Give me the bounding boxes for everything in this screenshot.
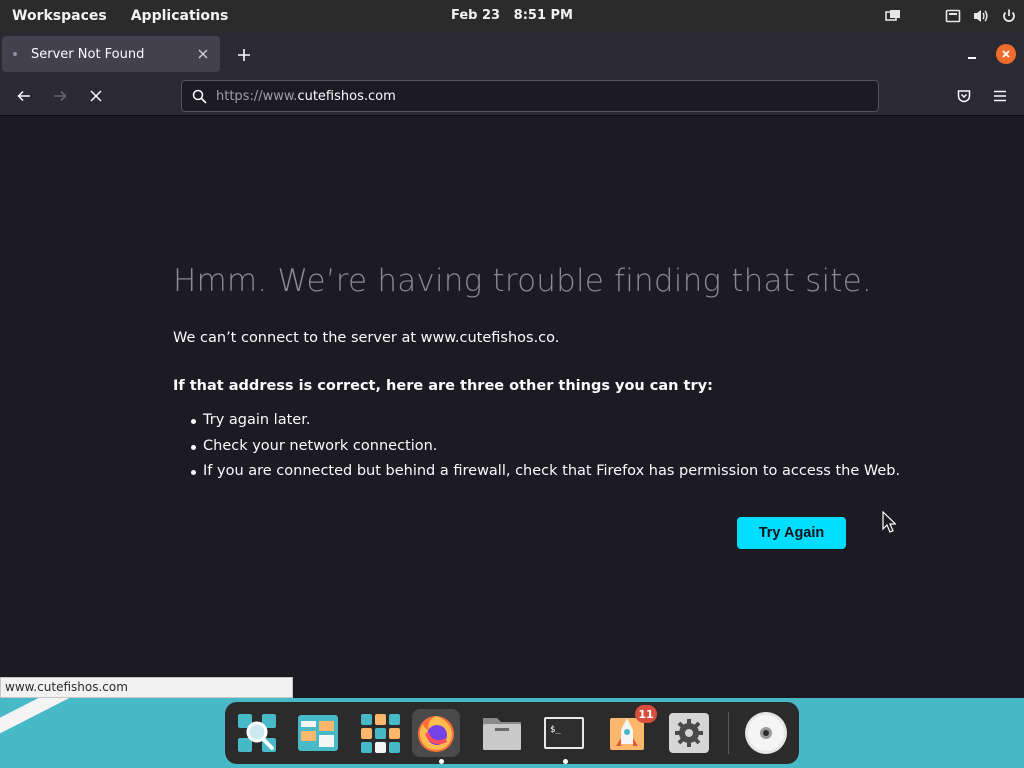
suggestions-heading: If that address is correct, here are thr… xyxy=(173,378,713,394)
url-prefix: https://www. xyxy=(216,88,298,104)
forward-button[interactable] xyxy=(46,82,74,110)
notification-badge: 11 xyxy=(635,705,657,723)
tab-server-not-found[interactable]: Server Not Found xyxy=(2,36,220,72)
try-again-button[interactable]: Try Again xyxy=(737,517,846,549)
tab-loading-dot xyxy=(13,52,17,56)
terminal-icon[interactable]: $_ xyxy=(540,709,588,757)
link-status-tooltip: www.cutefishos.com xyxy=(0,677,293,698)
menu-hamburger-icon[interactable] xyxy=(986,82,1014,110)
power-icon[interactable] xyxy=(1000,7,1018,25)
notifications-icon[interactable] xyxy=(944,7,962,25)
mouse-pointer-icon xyxy=(882,510,897,537)
settings-icon[interactable] xyxy=(665,709,713,757)
date-label[interactable]: Feb 23 xyxy=(451,8,500,23)
list-item: If you are connected but behind a firewa… xyxy=(173,462,900,488)
running-indicator xyxy=(563,759,568,764)
wallpaper-stripe xyxy=(0,698,163,751)
list-item: Try again later. xyxy=(173,411,900,437)
time-label[interactable]: 8:51 PM xyxy=(514,8,573,23)
running-indicator xyxy=(439,759,444,764)
tab-title: Server Not Found xyxy=(31,46,145,62)
url-host: cutefishos.com xyxy=(297,88,396,104)
back-button[interactable] xyxy=(10,82,38,110)
file-manager-icon[interactable] xyxy=(478,709,526,757)
window-switcher-icon[interactable] xyxy=(884,7,902,25)
search-icon xyxy=(190,87,208,105)
workspaces-menu[interactable]: Workspaces xyxy=(0,0,119,32)
suggestions-list: Try again later. Check your network conn… xyxy=(173,411,900,488)
window-close-button[interactable] xyxy=(996,44,1016,64)
terminal-prompt: $_ xyxy=(550,725,561,735)
navigation-bar: https://www. cutefishos.com xyxy=(0,76,1024,116)
dock: $_ 11 xyxy=(225,702,799,764)
system-tray xyxy=(884,0,1018,32)
firefox-icon[interactable] xyxy=(412,709,460,757)
app-grid-icon[interactable] xyxy=(356,709,404,757)
disc-icon[interactable] xyxy=(742,709,790,757)
applications-menu[interactable]: Applications xyxy=(119,0,241,32)
dock-separator xyxy=(728,712,729,754)
stop-loading-button[interactable] xyxy=(82,82,110,110)
error-description: We can’t connect to the server at www.cu… xyxy=(173,330,560,346)
error-page: Hmm. We’re having trouble finding that s… xyxy=(0,117,1024,697)
error-title: Hmm. We’re having trouble finding that s… xyxy=(173,263,872,299)
pocket-button[interactable] xyxy=(950,82,978,110)
tab-strip: Server Not Found xyxy=(0,32,1024,76)
list-item: Check your network connection. xyxy=(173,437,900,463)
address-bar[interactable]: https://www. cutefishos.com xyxy=(181,80,879,112)
files-layout-icon[interactable] xyxy=(294,709,342,757)
volume-icon[interactable] xyxy=(972,7,990,25)
search-icon[interactable] xyxy=(233,709,281,757)
top-panel: Workspaces Applications Feb 23 8:51 PM xyxy=(0,0,1024,32)
close-tab-icon[interactable] xyxy=(192,43,214,65)
new-tab-button[interactable] xyxy=(232,43,256,67)
minimize-button[interactable] xyxy=(960,43,984,67)
